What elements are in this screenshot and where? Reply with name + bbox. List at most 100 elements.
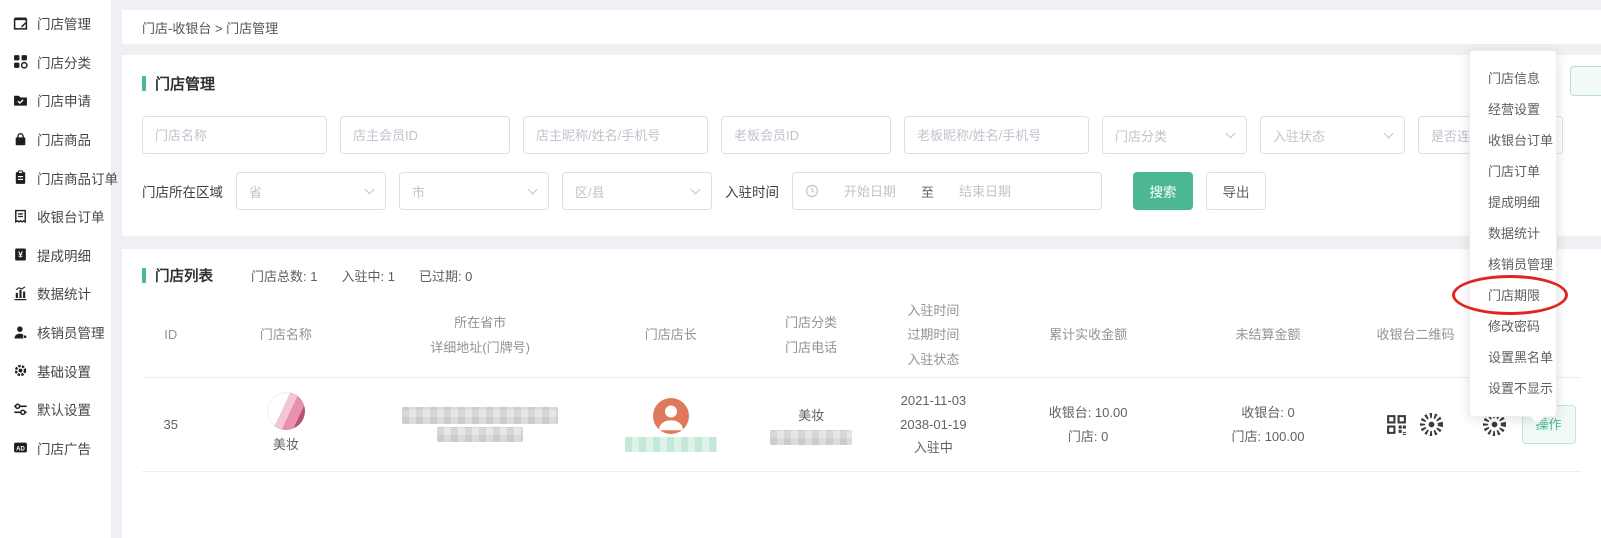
manager-avatar[interactable] <box>653 398 689 434</box>
sidebar-item-store-apply[interactable]: 门店申请 <box>0 81 111 120</box>
clipboard-icon <box>13 170 28 185</box>
select-placeholder: 市 <box>412 182 425 201</box>
list-title: 门店列表 <box>155 265 213 286</box>
popup-item-store-info[interactable]: 门店信息 <box>1470 63 1556 94</box>
export-button[interactable]: 导出 <box>1206 172 1266 210</box>
gear-icon <box>13 363 28 378</box>
date-range-picker[interactable]: 至 <box>792 172 1102 210</box>
main-content: 门店-收银台 > 门店管理 门店管理 门店分类 入驻状态 是否连锁店 <box>122 0 1601 538</box>
clock-icon <box>805 184 819 198</box>
col-header-id: ID <box>142 323 200 347</box>
col-header-cashier-qr: 收银台二维码 <box>1358 323 1473 347</box>
address-redacted <box>437 427 523 442</box>
popup-item-store-orders[interactable]: 门店订单 <box>1470 156 1556 187</box>
end-date-input[interactable] <box>940 184 1030 199</box>
sidebar-item-commission-detail[interactable]: ¥ 提成明细 <box>0 236 111 275</box>
store-avatar[interactable] <box>267 392 305 430</box>
unsettled-cashier: 收银台: 0 <box>1178 401 1358 424</box>
breadcrumb: 门店-收银台 > 门店管理 <box>122 10 1601 44</box>
popup-item-business-settings[interactable]: 经营设置 <box>1470 94 1556 125</box>
qr-code-icon[interactable] <box>1385 413 1408 436</box>
action-popup-menu: 门店信息 经营设置 收银台订单 门店订单 提成明细 数据统计 核销员管理 门店期… <box>1469 50 1557 417</box>
section-accent-bar <box>142 268 146 283</box>
sidebar-item-verifier-manage[interactable]: 核销员管理 <box>0 313 111 352</box>
store-category-select[interactable]: 门店分类 <box>1102 116 1247 154</box>
boss-member-id-input[interactable] <box>721 116 891 154</box>
popup-item-change-password[interactable]: 修改密码 <box>1470 311 1556 342</box>
sidebar-item-cashier-orders[interactable]: 收银台订单 <box>0 197 111 236</box>
store-name-text: 美妆 <box>273 433 299 456</box>
bag-icon <box>13 132 28 147</box>
popup-item-data-stats[interactable]: 数据统计 <box>1470 218 1556 249</box>
expire-time: 2038-01-19 <box>869 413 999 436</box>
miniprogram-code-icon[interactable] <box>1418 411 1445 438</box>
popup-item-set-blacklist[interactable]: 设置黑名单 <box>1470 342 1556 373</box>
cell-id: 35 <box>142 413 200 436</box>
city-select[interactable]: 市 <box>399 172 549 210</box>
sidebar-item-store-goods[interactable]: 门店商品 <box>0 120 111 159</box>
sidebar-item-label: 核销员管理 <box>37 322 105 342</box>
sidebar-item-label: 基础设置 <box>37 361 91 381</box>
col-header-unsettled: 未结算金额 <box>1178 323 1358 347</box>
date-range-separator: 至 <box>921 182 934 201</box>
sidebar-item-default-settings[interactable]: 默认设置 <box>0 390 111 429</box>
settle-status-select[interactable]: 入驻状态 <box>1260 116 1405 154</box>
cell-unsettled: 收银台: 0 门店: 100.00 <box>1178 401 1358 448</box>
popup-item-verifier-manage[interactable]: 核销员管理 <box>1470 249 1556 280</box>
store-icon <box>13 16 28 31</box>
ad-icon: AD <box>13 440 28 455</box>
person-icon <box>13 325 28 340</box>
province-select[interactable]: 省 <box>236 172 386 210</box>
chevron-down-icon <box>691 184 701 194</box>
cell-category-phone: 美妆 <box>754 404 869 445</box>
table-row: 35 美妆 <box>142 378 1581 472</box>
popup-item-cashier-orders[interactable]: 收银台订单 <box>1470 125 1556 156</box>
owner-nick-name-phone-input[interactable] <box>523 116 708 154</box>
sliders-icon <box>13 402 28 417</box>
svg-text:AD: AD <box>16 447 25 453</box>
sidebar-item-store-ads[interactable]: AD 门店广告 <box>0 429 111 468</box>
sidebar-item-store-category[interactable]: 门店分类 <box>0 43 111 82</box>
district-select[interactable]: 区/县 <box>562 172 712 210</box>
sidebar-item-label: 提成明细 <box>37 245 91 265</box>
sidebar-item-base-settings[interactable]: 基础设置 <box>0 351 111 390</box>
col-header-category-phone: 门店分类门店电话 <box>754 311 869 359</box>
sidebar-item-store-goods-orders[interactable]: 门店商品订单 <box>0 158 111 197</box>
sidebar-item-data-stats[interactable]: 数据统计 <box>0 274 111 313</box>
col-header-received: 累计实收金额 <box>998 323 1178 347</box>
boss-nick-name-phone-input[interactable] <box>904 116 1089 154</box>
col-header-store-name: 门店名称 <box>200 323 373 347</box>
cell-time-status: 2021-11-03 2038-01-19 入驻中 <box>869 389 999 459</box>
bar-chart-icon <box>13 286 28 301</box>
add-store-button-clipped[interactable] <box>1570 66 1601 96</box>
col-header-manager: 门店店长 <box>588 323 753 347</box>
popup-item-set-hidden[interactable]: 设置不显示 <box>1470 373 1556 404</box>
popup-item-store-term[interactable]: 门店期限 <box>1470 280 1556 311</box>
sidebar-item-label: 数据统计 <box>37 283 91 303</box>
select-placeholder: 入驻状态 <box>1273 126 1325 145</box>
list-stats: 门店总数: 1 入驻中: 1 已过期: 0 <box>251 266 472 285</box>
search-button[interactable]: 搜索 <box>1133 172 1193 210</box>
svg-text:¥: ¥ <box>18 250 23 260</box>
sidebar-item-store-manage[interactable]: 门店管理 <box>0 4 111 43</box>
store-list-panel: 门店列表 门店总数: 1 入驻中: 1 已过期: 0 ID 门店名称 所在省市详… <box>122 249 1601 538</box>
phone-redacted <box>770 430 852 445</box>
region-label: 门店所在区域 <box>142 181 223 201</box>
owner-member-id-input[interactable] <box>340 116 510 154</box>
start-date-input[interactable] <box>825 184 915 199</box>
unsettled-store: 门店: 100.00 <box>1178 425 1358 448</box>
sidebar-item-label: 默认设置 <box>37 399 91 419</box>
stat-total: 门店总数: 1 <box>251 266 317 285</box>
stat-expired: 已过期: 0 <box>419 266 472 285</box>
sidebar-item-label: 收银台订单 <box>37 206 105 226</box>
cell-address <box>372 407 588 442</box>
chevron-down-icon <box>528 184 538 194</box>
select-placeholder: 门店分类 <box>1115 126 1167 145</box>
cell-received: 收银台: 10.00 门店: 0 <box>998 401 1178 448</box>
sidebar-item-label: 门店商品订单 <box>37 168 118 188</box>
chevron-down-icon <box>1384 128 1394 138</box>
store-name-input[interactable] <box>142 116 327 154</box>
chevron-down-icon <box>1226 128 1236 138</box>
popup-item-commission-detail[interactable]: 提成明细 <box>1470 187 1556 218</box>
chevron-down-icon <box>365 184 375 194</box>
